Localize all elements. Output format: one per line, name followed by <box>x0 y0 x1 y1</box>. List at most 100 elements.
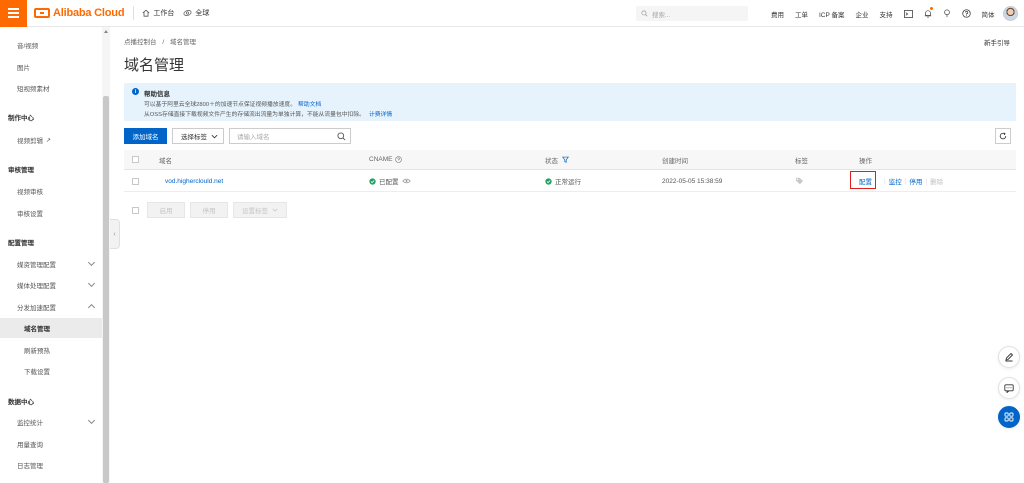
sidebar-item-label: 日志管理 <box>17 463 43 470</box>
select-tag-dropdown[interactable]: 选择标签 <box>172 128 224 144</box>
global-link[interactable]: 全球 <box>183 8 209 18</box>
billing-detail-link[interactable]: 计费详情 <box>369 112 392 118</box>
top-link-enterprise[interactable]: 企业 <box>856 9 869 19</box>
chat-button[interactable] <box>998 377 1020 399</box>
top-link-ticket[interactable]: 工单 <box>795 9 808 19</box>
sidebar-item[interactable]: 下载设置 <box>0 361 102 381</box>
sidebar-item[interactable]: 分发加速配置 <box>0 297 102 317</box>
bulk-enable-button[interactable]: 启用 <box>147 202 185 218</box>
help-icon[interactable] <box>961 9 971 18</box>
bell-icon[interactable] <box>924 9 932 18</box>
terminal-icon[interactable] <box>903 9 913 18</box>
filter-icon[interactable] <box>562 156 569 163</box>
bulk-disable-button[interactable]: 停用 <box>190 202 228 218</box>
sidebar-item-label: 视频剪辑 <box>17 138 43 145</box>
stop-link[interactable]: 停用 <box>909 176 922 186</box>
cname-status: 已配置 <box>369 171 411 191</box>
sidebar-collapse-button[interactable]: ‹ <box>110 219 120 249</box>
apps-button[interactable] <box>998 406 1020 428</box>
help-line-2: 从OSS存储直接下载视频文件产生的存储流出流量为单独计算，不能从流量包中扣除。计… <box>144 109 392 118</box>
global-search-input[interactable]: 搜索... <box>636 6 748 21</box>
notification-dot <box>930 7 933 10</box>
sidebar-item[interactable]: 审核设置 <box>0 203 102 223</box>
eye-icon[interactable] <box>401 178 411 184</box>
language-switch[interactable]: 简体 <box>982 9 995 19</box>
sidebar-section-header: 配置管理 <box>0 232 102 252</box>
col-created: 创建时间 <box>662 157 688 165</box>
sidebar-item[interactable]: 媒资管理配置 <box>0 254 102 274</box>
avatar[interactable] <box>1003 6 1018 21</box>
sidebar-item-label: 分发加速配置 <box>17 305 56 312</box>
op-divider: | <box>884 177 886 185</box>
domain-search-placeholder: 请输入域名 <box>237 134 270 141</box>
cart-icon[interactable] <box>943 9 951 18</box>
add-domain-button[interactable]: 添加域名 <box>124 128 167 144</box>
scroll-up-arrow-icon[interactable] <box>104 30 108 33</box>
logo-mark-icon <box>34 8 50 18</box>
grid-icon <box>1004 412 1014 422</box>
row-checkbox[interactable] <box>132 171 139 191</box>
help-line-1: 可以基于阿里云全球2800＋的加速节点保证视频播放速度。 帮助文档 <box>144 99 321 108</box>
help-line-2-text: 从OSS存储直接下载视频文件产生的存储流出流量为单独计算，不能从流量包中扣除。 <box>144 112 365 118</box>
page-title: 域名管理 <box>124 57 185 74</box>
status-value: 正常运行 <box>555 179 581 186</box>
top-link-support[interactable]: 支持 <box>880 9 893 19</box>
cname-value: 已配置 <box>379 179 399 186</box>
sidebar-item-label: 审核设置 <box>17 211 43 218</box>
bulk-checkbox[interactable] <box>124 206 139 214</box>
select-all-checkbox[interactable] <box>132 150 139 169</box>
help-doc-link[interactable]: 帮助文档 <box>298 102 321 108</box>
sidebar-item-label: 域名管理 <box>24 326 50 333</box>
home-icon <box>142 9 150 17</box>
sidebar-item[interactable]: 短视频素材 <box>0 78 102 98</box>
sidebar-item[interactable]: 媒体处理配置 <box>0 275 102 295</box>
search-icon[interactable] <box>337 132 346 141</box>
breadcrumb: 点播控制台 / 域名管理 <box>124 36 196 46</box>
refresh-icon <box>999 132 1007 140</box>
status-badge: 正常运行 <box>545 171 581 191</box>
sidebar-section-header: 审核管理 <box>0 159 102 179</box>
sidebar-item[interactable]: 刷新预热 <box>0 340 102 360</box>
sidebar: 音/视频 图片 短视频素材 制作中心 视频剪辑 ↗ 审核管理 视频审核 审核设置 配置管理 媒资管理… <box>0 27 110 483</box>
breadcrumb-root[interactable]: 点播控制台 <box>124 39 157 46</box>
sidebar-item[interactable]: 域名管理 <box>0 318 102 338</box>
bulk-set-tag-button[interactable]: 设置标签 <box>233 202 287 218</box>
op-divider: | <box>904 177 907 185</box>
sidebar-scrollbar-thumb[interactable] <box>103 96 109 483</box>
feedback-edit-button[interactable] <box>998 346 1020 368</box>
domain-name[interactable]: vod.higherclould.net <box>165 178 223 185</box>
sidebar-item[interactable]: 日志管理 <box>0 455 102 475</box>
question-icon[interactable] <box>395 156 403 163</box>
sidebar-item[interactable]: 用量查询 <box>0 434 102 454</box>
sidebar-item[interactable]: 音/视频 <box>0 35 102 55</box>
created-time: 2022-05-05 15:38:59 <box>662 177 723 185</box>
col-status: 状态 <box>545 150 569 169</box>
sidebar-item[interactable]: 视频剪辑 ↗ <box>0 130 102 150</box>
sidebar-item[interactable]: 图片 <box>0 57 102 77</box>
top-link-fee[interactable]: 费用 <box>771 9 784 19</box>
tag-icon[interactable] <box>795 177 804 185</box>
workbench-link[interactable]: 工作台 <box>142 8 174 18</box>
sidebar-item[interactable]: 视频审核 <box>0 181 102 201</box>
domain-link[interactable]: vod.higherclould.net <box>165 171 223 191</box>
logo-text: Alibaba Cloud <box>53 7 125 19</box>
sidebar-item-label: 审核管理 <box>8 167 34 174</box>
monitor-link[interactable]: 监控 <box>889 176 902 186</box>
divider <box>133 6 135 20</box>
top-link-icp[interactable]: ICP 备案 <box>819 9 845 19</box>
refresh-button[interactable] <box>995 128 1011 144</box>
top-right-nav: 费用 工单 ICP 备案 企业 支持 简体 <box>771 0 995 27</box>
global-label: 全球 <box>195 10 210 17</box>
sidebar-item[interactable]: 监控统计 <box>0 412 102 432</box>
edit-icon <box>1005 352 1014 362</box>
check-circle-icon <box>545 177 552 185</box>
delete-link[interactable]: 删除 <box>930 176 943 186</box>
menu-icon[interactable] <box>0 0 27 27</box>
tag-cell[interactable] <box>795 171 804 191</box>
op-divider: | <box>925 177 928 185</box>
alibaba-cloud-logo[interactable]: Alibaba Cloud <box>34 0 125 27</box>
sidebar-section-header: 数据中心 <box>0 391 102 411</box>
domain-search-input[interactable]: 请输入域名 <box>229 128 351 144</box>
beginner-guide-link[interactable]: 新手引导 <box>984 37 1010 47</box>
sidebar-item-label: 配置管理 <box>8 240 34 247</box>
